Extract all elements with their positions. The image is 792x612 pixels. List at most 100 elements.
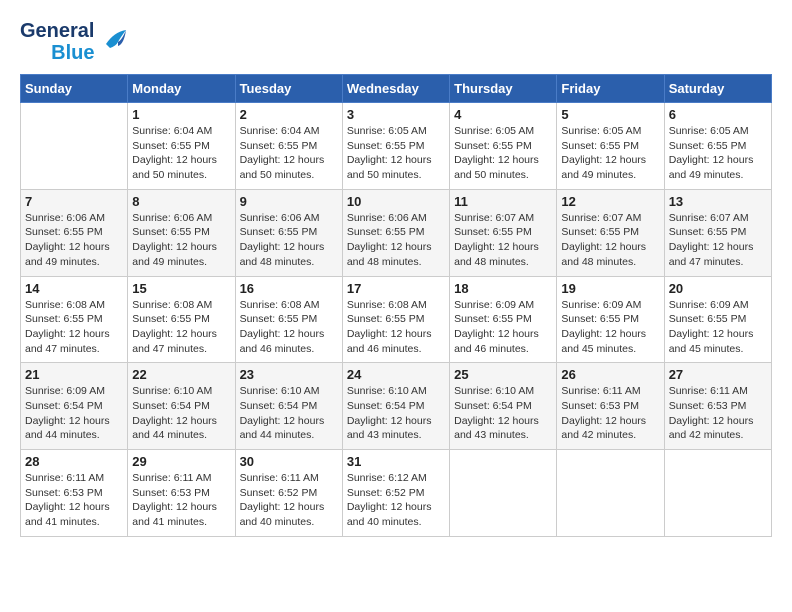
day-number: 25 <box>454 367 552 382</box>
day-info: Sunrise: 6:08 AM Sunset: 6:55 PM Dayligh… <box>240 298 338 357</box>
calendar-cell: 31 Sunrise: 6:12 AM Sunset: 6:52 PM Dayli… <box>342 450 449 537</box>
calendar-cell: 28 Sunrise: 6:11 AM Sunset: 6:53 PM Dayli… <box>21 450 128 537</box>
day-info: Sunrise: 6:06 AM Sunset: 6:55 PM Dayligh… <box>132 211 230 270</box>
calendar-cell: 14 Sunrise: 6:08 AM Sunset: 6:55 PM Dayli… <box>21 276 128 363</box>
day-info: Sunrise: 6:09 AM Sunset: 6:55 PM Dayligh… <box>454 298 552 357</box>
day-number: 23 <box>240 367 338 382</box>
calendar-cell: 25 Sunrise: 6:10 AM Sunset: 6:54 PM Dayli… <box>450 363 557 450</box>
day-number: 6 <box>669 107 767 122</box>
calendar-cell: 29 Sunrise: 6:11 AM Sunset: 6:53 PM Dayli… <box>128 450 235 537</box>
calendar-week-row: 21Sunrise: 6:09 AM Sunset: 6:54 PM Dayli… <box>21 363 772 450</box>
calendar-cell: 8 Sunrise: 6:06 AM Sunset: 6:55 PM Daylig… <box>128 189 235 276</box>
day-number: 27 <box>669 367 767 382</box>
day-info: Sunrise: 6:09 AM Sunset: 6:55 PM Dayligh… <box>561 298 659 357</box>
day-info: Sunrise: 6:06 AM Sunset: 6:55 PM Dayligh… <box>240 211 338 270</box>
calendar-cell: 3 Sunrise: 6:05 AM Sunset: 6:55 PM Daylig… <box>342 103 449 190</box>
day-info: Sunrise: 6:10 AM Sunset: 6:54 PM Dayligh… <box>454 384 552 443</box>
calendar-cell: 23Sunrise: 6:10 AM Sunset: 6:54 PM Dayli… <box>235 363 342 450</box>
day-number: 5 <box>561 107 659 122</box>
day-info: Sunrise: 6:11 AM Sunset: 6:53 PM Dayligh… <box>25 471 123 530</box>
day-info: Sunrise: 6:08 AM Sunset: 6:55 PM Dayligh… <box>25 298 123 357</box>
logo-blue: Blue <box>51 42 94 64</box>
day-info: Sunrise: 6:10 AM Sunset: 6:54 PM Dayligh… <box>347 384 445 443</box>
day-number: 18 <box>454 281 552 296</box>
day-number: 4 <box>454 107 552 122</box>
weekday-header-row: SundayMondayTuesdayWednesdayThursdayFrid… <box>21 75 772 103</box>
calendar-cell: 16 Sunrise: 6:08 AM Sunset: 6:55 PM Dayli… <box>235 276 342 363</box>
calendar-cell: 6Sunrise: 6:05 AM Sunset: 6:55 PM Daylig… <box>664 103 771 190</box>
calendar-cell: 15 Sunrise: 6:08 AM Sunset: 6:55 PM Dayli… <box>128 276 235 363</box>
calendar-cell: 19 Sunrise: 6:09 AM Sunset: 6:55 PM Dayli… <box>557 276 664 363</box>
calendar-cell: 22 Sunrise: 6:10 AM Sunset: 6:54 PM Dayli… <box>128 363 235 450</box>
weekday-header: Friday <box>557 75 664 103</box>
logo: General Blue <box>20 20 130 64</box>
day-number: 17 <box>347 281 445 296</box>
calendar-week-row: 7 Sunrise: 6:06 AM Sunset: 6:55 PM Daylig… <box>21 189 772 276</box>
day-number: 21 <box>25 367 123 382</box>
day-info: Sunrise: 6:06 AM Sunset: 6:55 PM Dayligh… <box>25 211 123 270</box>
day-info: Sunrise: 6:11 AM Sunset: 6:53 PM Dayligh… <box>132 471 230 530</box>
day-number: 15 <box>132 281 230 296</box>
day-number: 10 <box>347 194 445 209</box>
day-number: 3 <box>347 107 445 122</box>
day-info: Sunrise: 6:11 AM Sunset: 6:53 PM Dayligh… <box>669 384 767 443</box>
day-number: 7 <box>25 194 123 209</box>
calendar-cell <box>664 450 771 537</box>
calendar-cell <box>21 103 128 190</box>
calendar-cell: 26 Sunrise: 6:11 AM Sunset: 6:53 PM Dayli… <box>557 363 664 450</box>
day-number: 11 <box>454 194 552 209</box>
calendar-cell: 30 Sunrise: 6:11 AM Sunset: 6:52 PM Dayli… <box>235 450 342 537</box>
day-number: 19 <box>561 281 659 296</box>
calendar-cell: 17 Sunrise: 6:08 AM Sunset: 6:55 PM Dayli… <box>342 276 449 363</box>
calendar-cell: 12Sunrise: 6:07 AM Sunset: 6:55 PM Dayli… <box>557 189 664 276</box>
calendar-cell: 9Sunrise: 6:06 AM Sunset: 6:55 PM Daylig… <box>235 189 342 276</box>
weekday-header: Monday <box>128 75 235 103</box>
calendar-cell: 18 Sunrise: 6:09 AM Sunset: 6:55 PM Dayli… <box>450 276 557 363</box>
calendar-cell: 5Sunrise: 6:05 AM Sunset: 6:55 PM Daylig… <box>557 103 664 190</box>
calendar-cell: 13 Sunrise: 6:07 AM Sunset: 6:55 PM Dayli… <box>664 189 771 276</box>
day-info: Sunrise: 6:04 AM Sunset: 6:55 PM Dayligh… <box>132 124 230 183</box>
calendar-week-row: 28 Sunrise: 6:11 AM Sunset: 6:53 PM Dayli… <box>21 450 772 537</box>
calendar-cell: 20Sunrise: 6:09 AM Sunset: 6:55 PM Dayli… <box>664 276 771 363</box>
day-number: 28 <box>25 454 123 469</box>
day-number: 8 <box>132 194 230 209</box>
day-info: Sunrise: 6:08 AM Sunset: 6:55 PM Dayligh… <box>132 298 230 357</box>
day-number: 29 <box>132 454 230 469</box>
calendar-cell: 2 Sunrise: 6:04 AM Sunset: 6:55 PM Daylig… <box>235 103 342 190</box>
day-info: Sunrise: 6:07 AM Sunset: 6:55 PM Dayligh… <box>669 211 767 270</box>
day-number: 24 <box>347 367 445 382</box>
day-info: Sunrise: 6:05 AM Sunset: 6:55 PM Dayligh… <box>454 124 552 183</box>
day-info: Sunrise: 6:12 AM Sunset: 6:52 PM Dayligh… <box>347 471 445 530</box>
logo-general: General <box>20 20 94 42</box>
weekday-header: Tuesday <box>235 75 342 103</box>
day-number: 14 <box>25 281 123 296</box>
day-info: Sunrise: 6:11 AM Sunset: 6:53 PM Dayligh… <box>561 384 659 443</box>
day-number: 2 <box>240 107 338 122</box>
day-number: 13 <box>669 194 767 209</box>
day-number: 22 <box>132 367 230 382</box>
calendar-cell: 24 Sunrise: 6:10 AM Sunset: 6:54 PM Dayli… <box>342 363 449 450</box>
logo-bird-icon <box>98 24 130 61</box>
calendar-cell: 10Sunrise: 6:06 AM Sunset: 6:55 PM Dayli… <box>342 189 449 276</box>
calendar-cell: 1Sunrise: 6:04 AM Sunset: 6:55 PM Daylig… <box>128 103 235 190</box>
day-number: 31 <box>347 454 445 469</box>
day-info: Sunrise: 6:11 AM Sunset: 6:52 PM Dayligh… <box>240 471 338 530</box>
day-info: Sunrise: 6:08 AM Sunset: 6:55 PM Dayligh… <box>347 298 445 357</box>
calendar-cell: 11 Sunrise: 6:07 AM Sunset: 6:55 PM Dayli… <box>450 189 557 276</box>
day-number: 26 <box>561 367 659 382</box>
calendar-cell <box>557 450 664 537</box>
day-number: 12 <box>561 194 659 209</box>
calendar-cell: 27 Sunrise: 6:11 AM Sunset: 6:53 PM Dayli… <box>664 363 771 450</box>
day-info: Sunrise: 6:07 AM Sunset: 6:55 PM Dayligh… <box>454 211 552 270</box>
day-number: 16 <box>240 281 338 296</box>
calendar-cell: 4 Sunrise: 6:05 AM Sunset: 6:55 PM Daylig… <box>450 103 557 190</box>
day-info: Sunrise: 6:05 AM Sunset: 6:55 PM Dayligh… <box>347 124 445 183</box>
weekday-header: Sunday <box>21 75 128 103</box>
day-info: Sunrise: 6:04 AM Sunset: 6:55 PM Dayligh… <box>240 124 338 183</box>
calendar-cell: 7 Sunrise: 6:06 AM Sunset: 6:55 PM Daylig… <box>21 189 128 276</box>
day-number: 30 <box>240 454 338 469</box>
calendar-cell: 21Sunrise: 6:09 AM Sunset: 6:54 PM Dayli… <box>21 363 128 450</box>
day-info: Sunrise: 6:10 AM Sunset: 6:54 PM Dayligh… <box>132 384 230 443</box>
calendar-week-row: 1Sunrise: 6:04 AM Sunset: 6:55 PM Daylig… <box>21 103 772 190</box>
day-number: 20 <box>669 281 767 296</box>
